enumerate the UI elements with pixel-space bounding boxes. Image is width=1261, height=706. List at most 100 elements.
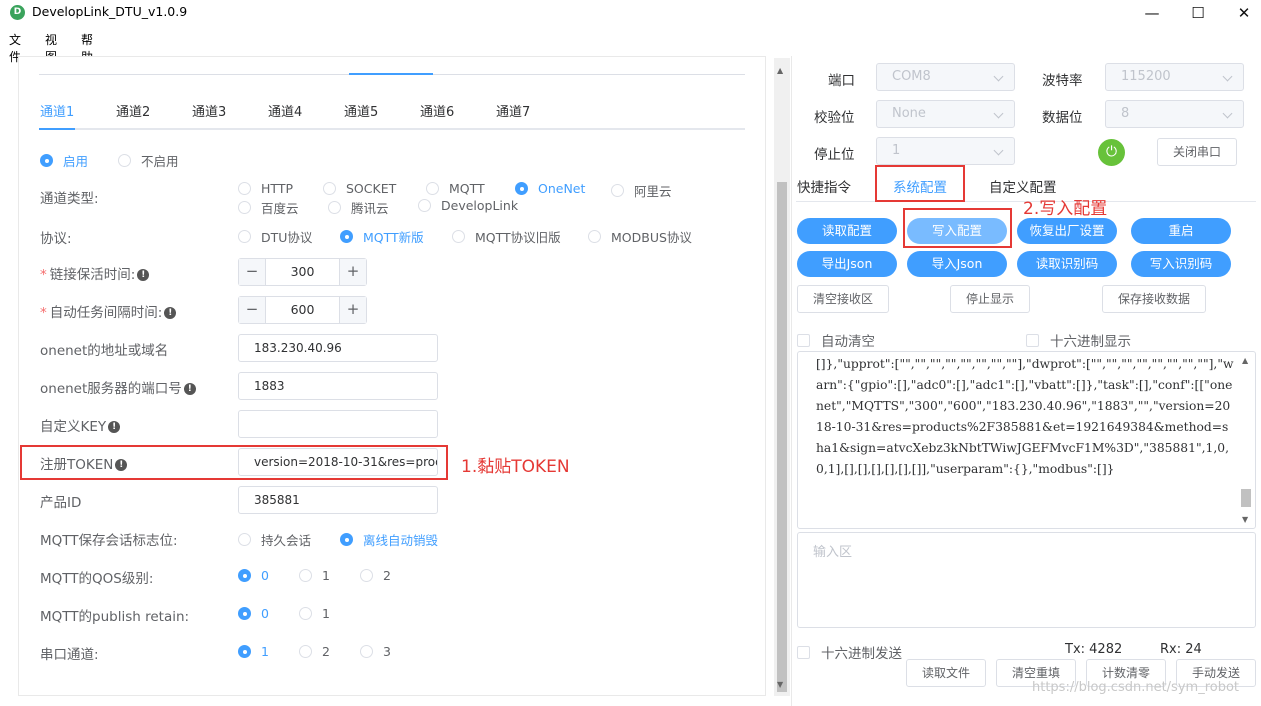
scrollbar-thumb[interactable] [1241, 489, 1251, 507]
tab-quick-commands[interactable]: 快捷指令 [797, 176, 851, 196]
radio-session-clean[interactable]: 离线自动销毁 [340, 530, 438, 549]
radio-type-baidu[interactable]: 百度云 [238, 198, 299, 217]
radio-protocol-mqtt-new[interactable]: MQTT新版 [340, 227, 424, 246]
keepalive-value[interactable]: 300 [267, 259, 338, 285]
tab-channel-6[interactable]: 通道6 [420, 101, 454, 120]
clear-recv-button[interactable]: 清空接收区 [797, 285, 889, 313]
radio-disable[interactable]: 不启用 [118, 151, 179, 170]
radio-type-socket[interactable]: SOCKET [323, 181, 396, 196]
stop-display-button[interactable]: 停止显示 [950, 285, 1030, 313]
key-label: 自定义KEY! [40, 415, 121, 435]
radio-type-aliyun[interactable]: 阿里云 [611, 181, 672, 200]
parity-select[interactable]: None [876, 100, 1015, 128]
interval-label: * 自动任务间隔时间:! [40, 301, 177, 321]
radio-type-mqtt[interactable]: MQTT [426, 181, 485, 196]
port-label: onenet服务器的端口号! [40, 377, 196, 397]
read-file-button[interactable]: 读取文件 [906, 659, 986, 687]
token-annotation: 1.黏贴TOKEN [461, 457, 570, 477]
radio-uart-2[interactable]: 2 [299, 644, 330, 659]
product-label: 产品ID [40, 495, 82, 511]
stopbits-select[interactable]: 1 [876, 137, 1015, 165]
import-json-button[interactable]: 导入Json [907, 251, 1007, 277]
product-input[interactable]: 385881 [238, 486, 438, 514]
tab-channel-3[interactable]: 通道3 [192, 101, 226, 120]
scroll-down-icon[interactable]: ▼ [1242, 515, 1248, 524]
top-tab-indicator [349, 73, 433, 75]
baud-select[interactable]: 115200 [1105, 63, 1244, 91]
radio-type-onenet[interactable]: OneNet [515, 181, 585, 196]
read-id-button[interactable]: 读取识别码 [1017, 251, 1117, 277]
receive-scrollbar[interactable]: ▲ ▼ [1238, 353, 1254, 527]
interval-value[interactable]: 600 [267, 297, 338, 323]
radio-type-http[interactable]: HTTP [238, 181, 293, 196]
decrement-button[interactable]: − [239, 297, 266, 323]
radio-type-tencent[interactable]: 腾讯云 [328, 198, 389, 217]
radio-protocol-modbus[interactable]: MODBUS协议 [588, 227, 692, 246]
radio-qos-2[interactable]: 2 [360, 568, 391, 583]
receive-text: []},"upprot":["","","","","","","",""],"… [816, 357, 1234, 476]
interval-stepper[interactable]: − 600 + [238, 296, 367, 324]
scroll-down-icon[interactable]: ▼ [777, 680, 783, 689]
factory-reset-button[interactable]: 恢复出厂设置 [1017, 218, 1117, 244]
send-input-area[interactable]: 输入区 [797, 532, 1256, 628]
minimize-button[interactable]: — [1129, 0, 1175, 26]
tab-channel-7[interactable]: 通道7 [496, 101, 530, 120]
parity-label: 校验位 [814, 110, 855, 126]
close-window-button[interactable]: ✕ [1221, 0, 1261, 26]
port-select[interactable]: COM8 [876, 63, 1015, 91]
radio-retain-1[interactable]: 1 [299, 606, 330, 621]
radio-protocol-mqtt-old[interactable]: MQTT协议旧版 [452, 227, 561, 246]
close-port-button[interactable]: 关闭串口 [1157, 138, 1237, 166]
decrement-button[interactable]: − [239, 259, 266, 285]
receive-area[interactable]: []},"upprot":["","","","","","","",""],"… [797, 351, 1256, 529]
addr-input[interactable]: 183.230.40.96 [238, 334, 438, 362]
scrollbar-thumb[interactable] [777, 182, 787, 692]
tab-channel-2[interactable]: 通道2 [116, 101, 150, 120]
increment-button[interactable]: + [339, 297, 366, 323]
help-icon: ! [164, 307, 177, 319]
scroll-up-icon[interactable]: ▲ [1242, 356, 1248, 365]
radio-retain-0[interactable]: 0 [238, 606, 269, 621]
radio-qos-1[interactable]: 1 [299, 568, 330, 583]
hex-send-checkbox[interactable]: 十六进制发送 [797, 642, 902, 662]
radio-type-developlink[interactable]: DevelopLink [418, 198, 518, 213]
auto-clear-checkbox[interactable]: 自动清空 [797, 330, 875, 350]
session-label: MQTT保存会话标志位: [40, 533, 178, 549]
tab-channel-5[interactable]: 通道5 [344, 101, 378, 120]
radio-session-persistent[interactable]: 持久会话 [238, 530, 311, 549]
protocol-label: 协议: [40, 231, 72, 247]
keepalive-label: * 链接保活时间:! [40, 263, 150, 283]
write-id-button[interactable]: 写入识别码 [1131, 251, 1231, 277]
increment-button[interactable]: + [339, 259, 366, 285]
reboot-button[interactable]: 重启 [1131, 218, 1231, 244]
hex-display-checkbox[interactable]: 十六进制显示 [1026, 330, 1131, 350]
scroll-up-icon[interactable]: ▲ [777, 66, 783, 75]
chevron-down-icon [993, 145, 1004, 156]
tab-custom-config[interactable]: 自定义配置 [989, 176, 1057, 196]
left-panel-scrollbar[interactable]: ▲ ▼ [774, 58, 790, 696]
port-input[interactable]: 1883 [238, 372, 438, 400]
power-icon[interactable]: ⏻ [1098, 139, 1125, 166]
keepalive-stepper[interactable]: − 300 + [238, 258, 367, 286]
tab-channel-1[interactable]: 通道1 [40, 101, 74, 120]
channel-config-panel: 通道1 通道2 通道3 通道4 通道5 通道6 通道7 启用 不启用 通道类型:… [18, 56, 766, 696]
databits-select[interactable]: 8 [1105, 100, 1244, 128]
qos-label: MQTT的QOS级别: [40, 571, 154, 587]
tab-channel-4[interactable]: 通道4 [268, 101, 302, 120]
radio-qos-0[interactable]: 0 [238, 568, 269, 583]
radio-protocol-dtu[interactable]: DTU协议 [238, 227, 312, 246]
app-icon: D [10, 5, 25, 20]
radio-uart-1[interactable]: 1 [238, 644, 269, 659]
addr-label: onenet的地址或域名 [40, 343, 169, 359]
radio-enable[interactable]: 启用 [40, 151, 88, 170]
active-tab-indicator [39, 128, 75, 130]
radio-uart-3[interactable]: 3 [360, 644, 391, 659]
read-config-button[interactable]: 读取配置 [797, 218, 897, 244]
key-input[interactable] [238, 410, 438, 438]
save-recv-button[interactable]: 保存接收数据 [1102, 285, 1206, 313]
maximize-button[interactable]: ☐ [1175, 0, 1221, 26]
chevron-down-icon [993, 71, 1004, 82]
export-json-button[interactable]: 导出Json [797, 251, 897, 277]
chevron-down-icon [1222, 108, 1233, 119]
port-select-label: 端口 [828, 73, 855, 89]
